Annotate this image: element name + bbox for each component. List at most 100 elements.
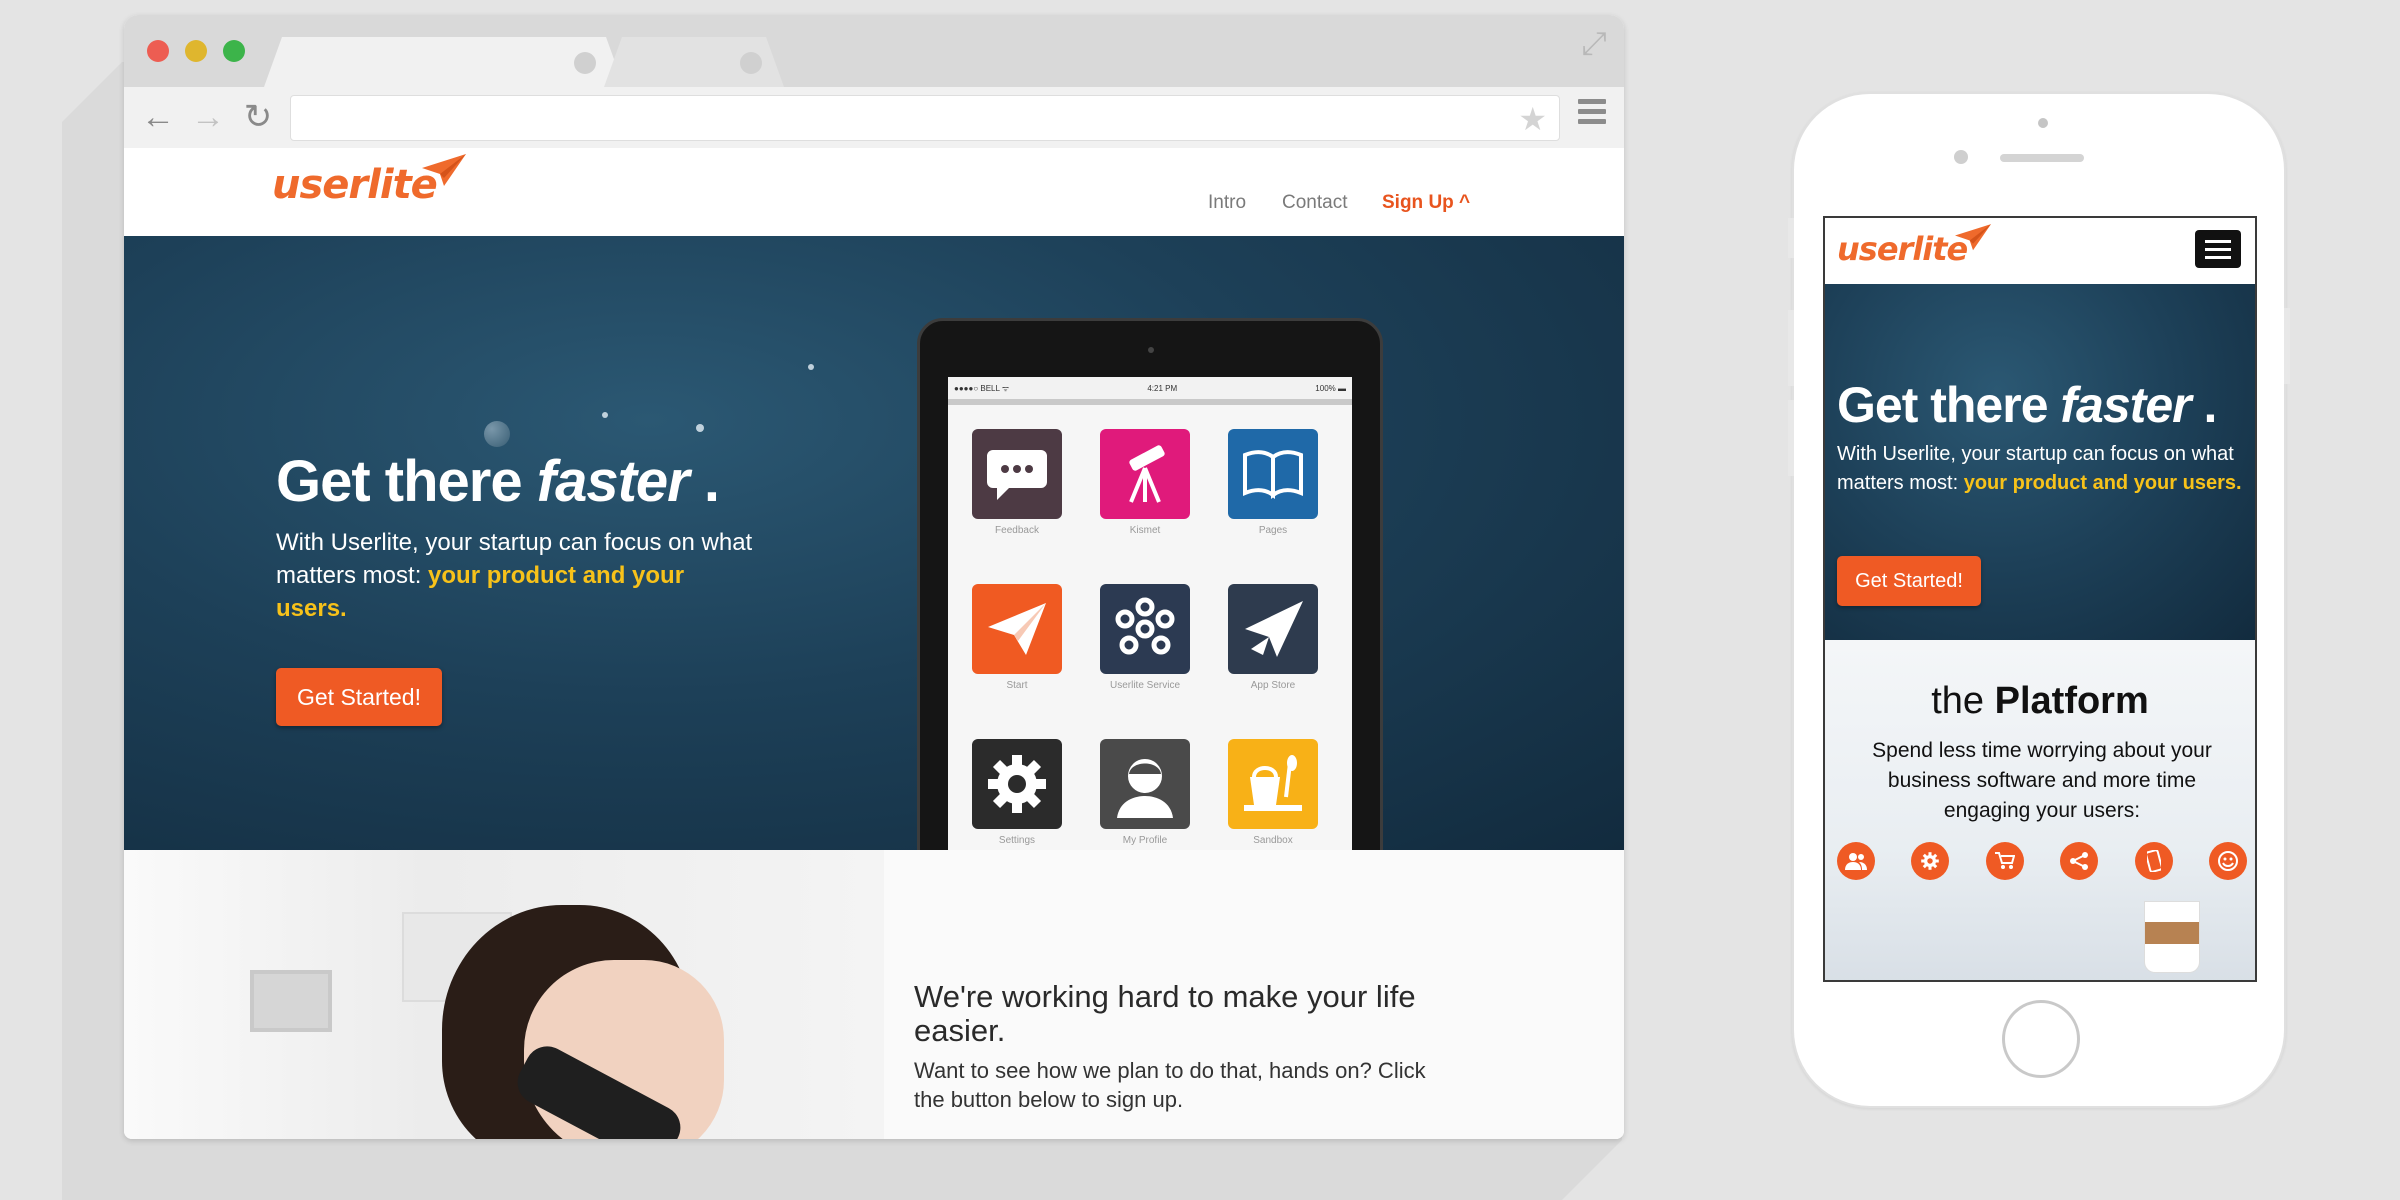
cart-icon[interactable] [1985,842,2024,880]
fullscreen-icon[interactable]: ⤢ [1576,25,1612,61]
hero-title-text: Get there [276,449,537,514]
phone-screen: userlite Get there faster . With Userlit… [1823,216,2257,982]
star-decoration [602,412,608,418]
hero-title: Get there faster . [276,448,720,515]
site-header: userlite Intro Contact Sign Up ^ [124,148,1624,236]
app-label: Start [1006,680,1028,691]
phone-side-button [1788,400,1794,476]
book-icon [1228,429,1318,519]
browser-tab-new[interactable] [604,37,784,87]
userlite-logo[interactable]: userlite [272,154,466,208]
app-feedback[interactable]: Feedback [972,429,1062,536]
network-nodes-icon [1100,584,1190,674]
mobile-title-end: . [2190,377,2217,433]
tab-close-icon[interactable] [574,52,596,74]
planet-decoration [484,421,510,447]
mobile-title-text: Get there [1837,377,2061,433]
phone-side-button [1788,310,1794,386]
share-icon[interactable] [2060,842,2099,880]
app-label: Pages [1258,525,1288,536]
hero-title-end: . [688,449,720,514]
tablet-screen: ●●●●○ BELL ᯤ 4:21 PM 100% ▬ Feedback Kis… [948,377,1352,850]
gear-icon[interactable] [1911,842,1950,880]
app-start[interactable]: Start [972,584,1062,691]
bookmark-star-icon[interactable]: ★ [1518,100,1547,138]
status-time: 4:21 PM [1147,383,1178,393]
platform-icon-row [1837,842,2247,880]
phone-side-button [1788,218,1794,258]
tablet-mockup: ●●●●○ BELL ᯤ 4:21 PM 100% ▬ Feedback Kis… [917,318,1383,850]
browser-chrome: ⤢ ← → ↻ ★ [124,15,1624,148]
mobile-logo-text: userlite [1837,230,1968,268]
mobile-hero-subtitle: With Userlite, your startup can focus on… [1837,440,2247,498]
users-icon[interactable] [1837,842,1875,880]
support-photo [124,850,884,1139]
platform-section: the Platform Spend less time worrying ab… [1825,640,2255,980]
nav-contact-link[interactable]: Contact [1282,192,1347,214]
app-kismet[interactable]: Kismet [1100,429,1190,536]
reload-icon[interactable]: ↻ [238,97,278,137]
support-title: We're working hard to make your life eas… [914,979,1416,1048]
star-decoration [808,364,814,370]
person-icon [1100,739,1190,829]
get-started-button[interactable]: Get Started! [276,668,442,726]
app-app-store[interactable]: App Store [1228,584,1318,691]
gear-icon [972,739,1062,829]
browser-window: ⤢ ← → ↻ ★ userlite Intro Contact Sign Up… [124,15,1624,1139]
platform-title-bold: Platform [1994,680,2149,722]
status-strip [948,399,1352,405]
app-my-profile[interactable]: My Profile [1100,739,1190,846]
support-section: We're working hard to make your life eas… [124,850,1624,1139]
phone-camera [2038,118,2048,128]
bucket-shovel-icon [1228,739,1318,829]
coffee-cup-decoration [2145,902,2199,972]
status-battery: 100% ▬ [1315,383,1346,393]
phone-sensor [1954,150,1968,164]
address-bar[interactable]: ★ [290,95,1560,141]
browser-tab-active[interactable] [264,37,624,87]
phone-speaker [2000,154,2084,162]
paper-plane-logo-icon [422,154,466,186]
support-subtitle: Want to see how we plan to do that, hand… [914,1058,1426,1112]
app-label: Feedback [995,525,1039,536]
app-label: Userlite Service [1109,680,1181,691]
app-userlite-service[interactable]: Userlite Service [1100,584,1190,691]
paper-plane-logo-icon [1955,224,1991,251]
app-sandbox[interactable]: Sandbox [1228,739,1318,846]
close-window-button[interactable] [147,40,169,62]
back-arrow-icon[interactable]: ← [138,97,178,137]
wall-frame [250,970,332,1032]
tab-close-icon[interactable] [740,52,762,74]
mobile-icon[interactable] [2134,842,2173,880]
phone-home-button[interactable] [2002,1000,2080,1078]
app-settings[interactable]: Settings [972,739,1062,846]
mobile-get-started-button[interactable]: Get Started! [1837,556,1981,606]
nav-signup-link[interactable]: Sign Up ^ [1382,192,1470,214]
app-label: App Store [1250,680,1296,691]
paper-plane-icon [972,584,1062,674]
tablet-camera [1148,347,1154,353]
mobile-userlite-logo[interactable]: userlite [1837,224,1991,268]
minimize-window-button[interactable] [185,40,207,62]
phone-side-button [2284,308,2290,384]
browser-menu-icon[interactable] [1578,99,1606,133]
maximize-window-button[interactable] [223,40,245,62]
hero-title-emphasis: faster [536,449,690,514]
mobile-header: userlite [1825,218,2255,284]
chat-bubble-icon [972,429,1062,519]
logo-text: userlite [272,162,438,208]
mobile-sub-highlight: your product and your users. [1963,472,2242,494]
platform-title: the Platform [1825,680,2255,723]
app-pages[interactable]: Pages [1228,429,1318,536]
status-carrier: ●●●●○ BELL ᯤ [954,383,1010,393]
app-label: Kismet [1129,525,1161,536]
smiley-icon[interactable] [2208,842,2247,880]
hamburger-menu-icon[interactable] [2195,230,2241,268]
app-grid: Feedback Kismet Pages Start Userlite Ser… [972,429,1332,846]
forward-arrow-icon[interactable]: → [188,97,228,137]
phone-mockup: userlite Get there faster . With Userlit… [1788,92,2290,1108]
nav-intro-link[interactable]: Intro [1208,192,1246,214]
app-label: Settings [998,835,1036,846]
app-label: Sandbox [1253,835,1293,846]
rocket-plane-icon [1228,584,1318,674]
